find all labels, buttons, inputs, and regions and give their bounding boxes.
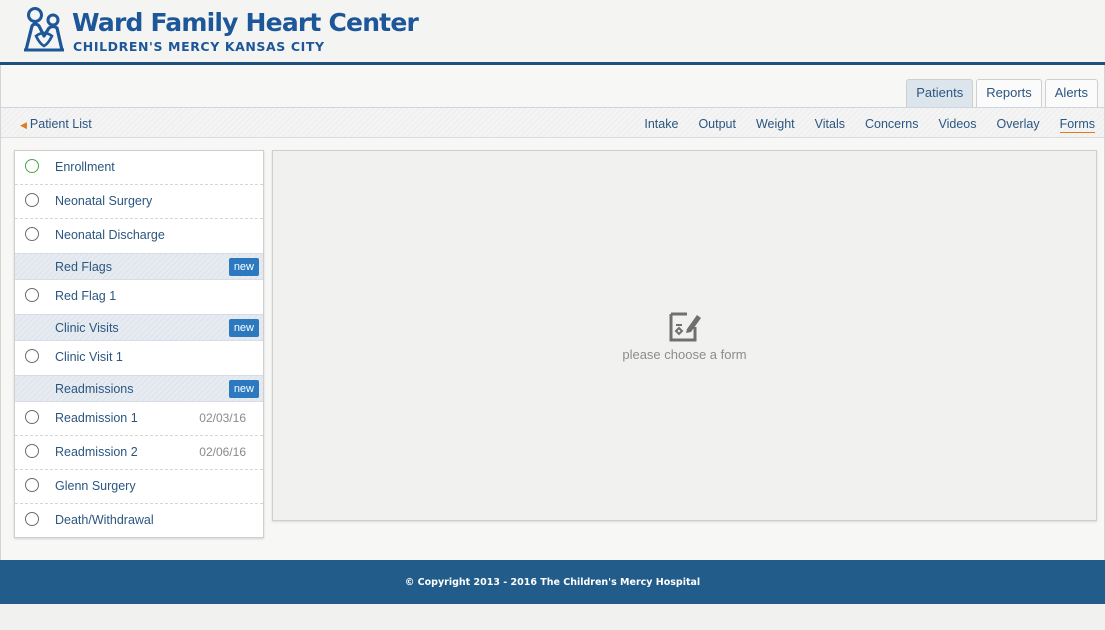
group-readmissions: Readmissions new (15, 375, 263, 402)
nav-forms[interactable]: Forms (1059, 117, 1095, 133)
tab-patients[interactable]: Patients (906, 79, 974, 107)
nav-output[interactable]: Output (698, 117, 736, 133)
top-tabs: Patients Reports Alerts (906, 79, 1098, 107)
new-readmission-button[interactable]: new (228, 380, 259, 398)
back-arrow-icon: ◀ (20, 120, 27, 130)
group-label: Red Flags (55, 260, 112, 274)
tab-alerts[interactable]: Alerts (1044, 79, 1098, 107)
form-content-panel: please choose a form (272, 150, 1097, 521)
page-bottom (0, 604, 1105, 630)
form-item-death-withdrawal[interactable]: Death/Withdrawal (15, 504, 263, 538)
status-circle-icon (25, 227, 39, 241)
form-item-label: Death/Withdrawal (55, 513, 154, 527)
form-item-glenn-surgery[interactable]: Glenn Surgery (15, 470, 263, 504)
form-item-date: 02/03/16 (199, 411, 246, 425)
form-item-label: Red Flag 1 (55, 289, 117, 303)
status-circle-icon (25, 288, 39, 302)
status-circle-icon (25, 512, 39, 526)
status-circle-icon (25, 193, 39, 207)
status-circle-icon (25, 444, 39, 458)
status-circle-icon (25, 410, 39, 424)
patient-list-label: Patient List (29, 117, 92, 131)
app-header: Ward Family Heart Center CHILDREN'S MERC… (0, 0, 1105, 62)
status-circle-icon (25, 478, 39, 492)
logo-title: Ward Family Heart Center (72, 8, 419, 37)
group-label: Clinic Visits (55, 321, 119, 335)
form-item-neonatal-surgery[interactable]: Neonatal Surgery (15, 185, 263, 219)
heart-center-logo-icon (24, 7, 64, 52)
group-clinic-visits: Clinic Visits new (15, 314, 263, 341)
group-label: Readmissions (55, 382, 134, 396)
form-item-date: 02/06/16 (199, 445, 246, 459)
form-item-label: Glenn Surgery (55, 479, 136, 493)
status-circle-icon (25, 349, 39, 363)
section-links: Intake Output Weight Vitals Concerns Vid… (644, 117, 1095, 133)
form-list: Enrollment Neonatal Surgery Neonatal Dis… (14, 150, 264, 538)
nav-concerns[interactable]: Concerns (865, 117, 919, 133)
form-item-enrollment[interactable]: Enrollment (15, 151, 263, 185)
form-item-label: Clinic Visit 1 (55, 350, 123, 364)
form-item-readmission-1[interactable]: Readmission 1 02/03/16 (15, 402, 263, 436)
sub-navigation: ◀ Patient List Intake Output Weight Vital… (1, 108, 1104, 138)
form-item-clinic-visit-1[interactable]: Clinic Visit 1 (15, 341, 263, 375)
copyright-text: © Copyright 2013 - 2016 The Children's M… (404, 577, 701, 588)
form-item-label: Neonatal Discharge (55, 228, 165, 242)
form-item-red-flag-1[interactable]: Red Flag 1 (15, 280, 263, 314)
new-clinic-visit-button[interactable]: new (228, 319, 259, 337)
empty-state-text: please choose a form (622, 347, 747, 362)
form-item-label: Readmission 2 (55, 445, 138, 459)
patient-list-link[interactable]: ◀ Patient List (20, 117, 92, 131)
page-footer: © Copyright 2013 - 2016 The Children's M… (0, 560, 1105, 604)
nav-overlay[interactable]: Overlay (997, 117, 1040, 133)
group-red-flags: Red Flags new (15, 253, 263, 280)
nav-weight[interactable]: Weight (756, 117, 795, 133)
form-item-label: Enrollment (55, 160, 115, 174)
tab-reports[interactable]: Reports (976, 79, 1042, 107)
main-panel: Patients Reports Alerts ◀ Patient List In… (0, 65, 1105, 560)
status-circle-icon (25, 159, 39, 173)
new-red-flag-button[interactable]: new (228, 258, 259, 276)
nav-vitals[interactable]: Vitals (815, 117, 845, 133)
nav-intake[interactable]: Intake (644, 117, 678, 133)
form-item-label: Neonatal Surgery (55, 194, 153, 208)
form-item-label: Readmission 1 (55, 411, 138, 425)
nav-videos[interactable]: Videos (939, 117, 977, 133)
form-item-readmission-2[interactable]: Readmission 2 02/06/16 (15, 436, 263, 470)
form-item-neonatal-discharge[interactable]: Neonatal Discharge (15, 219, 263, 253)
logo-subtitle: CHILDREN'S MERCY KANSAS CITY (73, 39, 325, 54)
edit-form-icon (669, 312, 701, 342)
